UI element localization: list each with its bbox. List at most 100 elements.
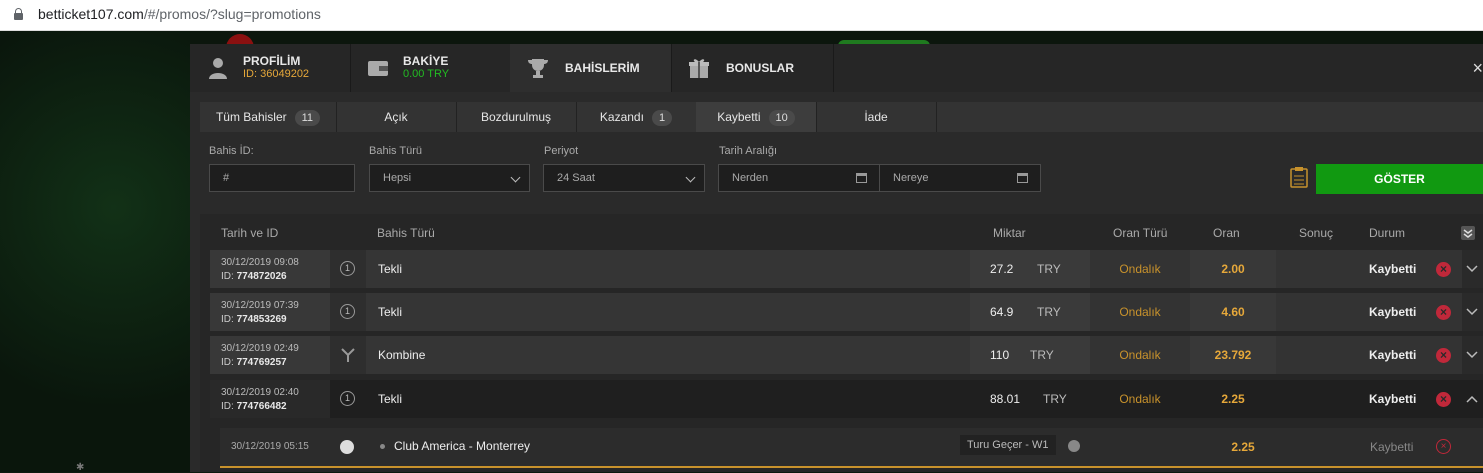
row-status-icon-cell: ×: [1426, 380, 1462, 418]
chevron-up-icon: [1466, 395, 1478, 403]
date-from-input[interactable]: Nerden: [718, 164, 880, 192]
url-path: /#/promos/?slug=promotions: [143, 6, 321, 22]
row-icon-cell: [330, 336, 366, 374]
col-bet-type: Bahis Türü: [377, 226, 435, 240]
tab-my-bets[interactable]: BAHİSLERİM: [510, 44, 672, 92]
date-to-placeholder: Nereye: [893, 172, 929, 184]
subtab-cashed-out-label: Bozdurulmuş: [480, 110, 552, 124]
table-header: Tarih ve ID Bahis Türü Miktar Oran Türü …: [200, 214, 1483, 250]
row-date: 30/12/2019 07:39: [221, 300, 299, 311]
row-status-icon-cell: ×: [1426, 250, 1462, 288]
row-currency: TRY: [1037, 262, 1061, 276]
single-bet-icon: 1: [340, 304, 355, 319]
close-icon[interactable]: ×: [1472, 58, 1483, 79]
row-status: Kaybetti: [1356, 336, 1426, 374]
date-to-input[interactable]: Nereye: [879, 164, 1041, 192]
tab-profile-label: PROFİLİM: [243, 54, 301, 68]
bet-type-label: Bahis Türü: [369, 145, 422, 157]
row-expand[interactable]: [1462, 293, 1483, 331]
tab-profile[interactable]: PROFİLİM ID: 36049202: [190, 44, 351, 92]
row-id-value: 774769257: [236, 357, 287, 368]
tab-bonuses-label: BONUSLAR: [726, 61, 794, 75]
account-modal: PROFİLİM ID: 36049202 BAKİYE 0.00 TRY BA…: [190, 44, 1483, 472]
row-currency: TRY: [1043, 392, 1067, 406]
subtab-all[interactable]: Tüm Bahisler 11: [200, 102, 337, 132]
tab-balance[interactable]: BAKİYE 0.00 TRY: [350, 44, 511, 92]
col-result: Sonuç: [1299, 226, 1334, 240]
tab-bonuses[interactable]: BONUSLAR: [671, 44, 834, 92]
bet-id-input[interactable]: #: [209, 164, 355, 192]
row-icon-cell: 1: [330, 380, 366, 418]
page-background: [0, 31, 190, 472]
subtab-lost-label: Kaybetti: [717, 110, 761, 124]
row-separator: [210, 288, 1483, 292]
col-status: Durum: [1369, 226, 1406, 240]
calendar-icon[interactable]: [856, 173, 867, 183]
balance-value: 0.00 TRY: [403, 68, 450, 80]
calendar-icon[interactable]: [1017, 173, 1028, 183]
bets-table: Tarih ve ID Bahis Türü Miktar Oran Türü …: [200, 214, 1483, 472]
chevron-down-icon: [1466, 265, 1478, 273]
statistics-icon[interactable]: [1068, 440, 1080, 452]
subtab-open-label: Açık: [384, 110, 408, 124]
row-amount-value: 110: [990, 348, 1010, 362]
row-id-value: 774853269: [236, 314, 287, 325]
url-text[interactable]: betticket107.com/#/promos/?slug=promotio…: [38, 6, 321, 22]
row-amount: 88.01 TRY: [970, 380, 1090, 418]
subtab-lost[interactable]: Kaybetti 10: [696, 102, 817, 132]
chevron-down-icon: [510, 172, 521, 183]
row-icon-cell: 1: [330, 250, 366, 288]
row-amount: 110 TRY: [970, 336, 1090, 374]
col-date-id: Tarih ve ID: [221, 226, 279, 240]
lost-x-icon: ×: [1436, 262, 1451, 277]
bet-type-select[interactable]: Hepsi: [369, 164, 530, 192]
subtab-cashed-out[interactable]: Bozdurulmuş: [456, 102, 577, 132]
row-amount: 64.9 TRY: [970, 293, 1090, 331]
clipboard-icon[interactable]: [1290, 166, 1308, 188]
row-expand[interactable]: [1462, 336, 1483, 374]
row-odds: 2.25: [1190, 380, 1276, 418]
row-result: [1276, 336, 1356, 374]
tab-balance-label: BAKİYE: [403, 54, 449, 68]
col-odds: Oran: [1213, 226, 1240, 240]
row-bet-type: Tekli: [366, 293, 970, 331]
subtab-refund[interactable]: İade: [816, 102, 937, 132]
combo-bet-icon: [341, 348, 355, 362]
row-id-prefix: ID:: [221, 357, 237, 368]
browser-address-bar[interactable]: betticket107.com/#/promos/?slug=promotio…: [0, 0, 1483, 31]
table-row[interactable]: 30/12/2019 02:49 ID: 774769257 Kombine 11…: [210, 336, 1483, 374]
table-row[interactable]: 30/12/2019 07:39 ID: 774853269 1 Tekli 64…: [210, 293, 1483, 331]
row-odds-type: Ondalık: [1090, 293, 1190, 331]
show-button[interactable]: GÖSTER: [1316, 164, 1483, 194]
period-label: Periyot: [544, 145, 579, 157]
lost-x-icon: ×: [1436, 305, 1451, 320]
table-row-expanded[interactable]: 30/12/2019 02:40 ID: 774766482 1 Tekli 88…: [210, 380, 1483, 418]
subtab-open[interactable]: Açık: [336, 102, 457, 132]
lost-x-icon: ×: [1436, 439, 1451, 454]
row-id: ID: 774766482: [221, 401, 287, 412]
event-match: Club America - Monterrey: [394, 439, 531, 453]
football-icon: [340, 440, 354, 454]
subtab-won-label: Kazandı: [599, 110, 644, 124]
subtab-won[interactable]: Kazandı 1: [576, 102, 697, 132]
expand-all-icon[interactable]: [1461, 226, 1475, 240]
row-id-prefix: ID:: [221, 401, 237, 412]
row-date-id: 30/12/2019 02:40 ID: 774766482: [210, 380, 330, 418]
period-value: 24 Saat: [557, 172, 595, 184]
row-icon-cell: 1: [330, 293, 366, 331]
row-expand[interactable]: [1462, 250, 1483, 288]
row-status-icon-cell: ×: [1426, 336, 1462, 374]
row-date-id: 30/12/2019 02:49 ID: 774769257: [210, 336, 330, 374]
row-odds: 23.792: [1190, 336, 1276, 374]
row-collapse[interactable]: [1462, 380, 1483, 418]
period-select[interactable]: 24 Saat: [543, 164, 705, 192]
bullet-icon: [380, 444, 385, 449]
row-odds: 4.60: [1190, 293, 1276, 331]
row-status-icon-cell: ×: [1426, 293, 1462, 331]
gift-icon: [689, 59, 709, 78]
row-bet-type: Tekli: [366, 380, 970, 418]
subtab-won-count: 1: [651, 110, 673, 126]
subtab-all-label: Tüm Bahisler: [215, 110, 287, 124]
row-date-id: 30/12/2019 09:08 ID: 774872026: [210, 250, 330, 288]
table-row[interactable]: 30/12/2019 09:08 ID: 774872026 1 Tekli 27…: [210, 250, 1483, 288]
